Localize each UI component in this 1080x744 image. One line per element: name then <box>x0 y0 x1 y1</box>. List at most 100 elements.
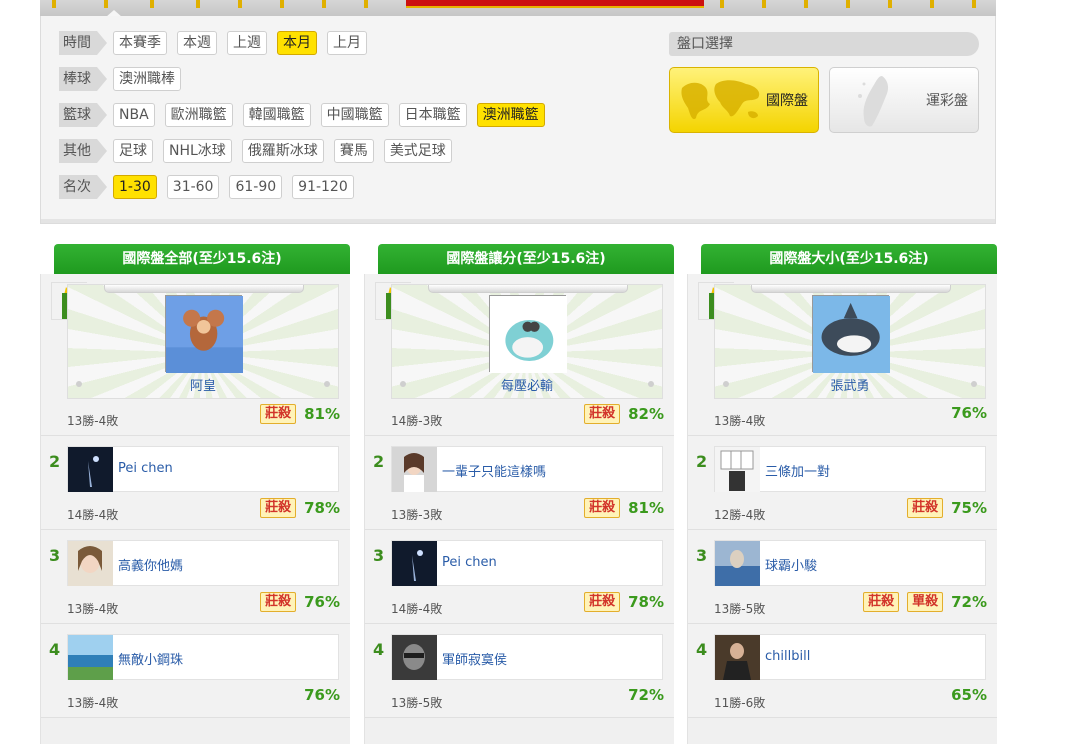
user-name-link[interactable]: 球霸小駿 <box>765 555 817 574</box>
decor-stud <box>150 0 154 8</box>
avatar[interactable] <box>392 541 437 586</box>
entry-card: chillbill <box>714 634 986 680</box>
user-name-link[interactable]: Pei chen <box>442 555 497 570</box>
ranked-entry[interactable]: 3 球霸小駿 13勝-5敗 莊殺 單殺 72% <box>688 530 997 624</box>
win-rate: 81% <box>628 499 664 517</box>
avatar[interactable] <box>715 635 760 680</box>
win-rate: 75% <box>951 499 987 517</box>
time-option[interactable]: 本週 <box>177 31 217 55</box>
time-option[interactable]: 上月 <box>327 31 367 55</box>
win-loss-record: 13勝-4敗 <box>714 414 766 428</box>
avatar[interactable] <box>392 635 437 680</box>
other-option[interactable]: 賽馬 <box>333 139 374 163</box>
filter-label-rank: 名次 <box>59 175 107 199</box>
user-name-link[interactable]: Pei chen <box>118 461 173 476</box>
win-rate: 72% <box>628 686 664 704</box>
avatar[interactable] <box>68 447 113 492</box>
ranked-entry[interactable]: 2 Pei chen 14勝-4敗 莊殺 78% <box>41 436 350 530</box>
entry-card: 一輩子只能這樣嗎 <box>391 446 663 492</box>
badge: 莊殺 <box>260 404 297 424</box>
filter-label-other: 其他 <box>59 139 107 163</box>
basketball-option-selected[interactable]: 澳洲職籃 <box>476 103 545 127</box>
ranked-entry[interactable]: 4 chillbill 11勝-6敗 65% <box>688 624 997 718</box>
top-ranked-entry[interactable]: 1 阿皇 13勝-4敗 莊殺81% <box>41 274 350 436</box>
filter-panel: 時間 本賽季 本週 上週 本月 上月 棒球 澳洲職棒 籃球 NBA 歐洲職籃 韓… <box>40 16 996 224</box>
card-header-bar <box>104 285 304 293</box>
taiwan-lottery-odds-button[interactable]: 運彩盤 <box>829 67 979 133</box>
win-loss-record: 13勝-4敗 <box>67 602 119 616</box>
rank-option[interactable]: 91-120 <box>292 175 354 199</box>
decor-stud <box>720 0 724 8</box>
filter-label-basketball: 籃球 <box>59 103 107 127</box>
column-title: 國際盤讓分(至少15.6注) <box>378 244 674 274</box>
filter-label-baseball: 棒球 <box>59 67 107 91</box>
basketball-option[interactable]: 日本職籃 <box>398 103 467 127</box>
ranking-list: 1 張武勇 13勝-4敗 76% 2 三條加一對 12勝-4敗 莊 <box>687 274 997 744</box>
top-ranked-card: 張武勇 <box>714 284 986 399</box>
avatar[interactable] <box>392 447 437 492</box>
basketball-option[interactable]: NBA <box>113 103 155 127</box>
win-loss-record: 13勝-4敗 <box>67 414 119 428</box>
international-odds-label: 國際盤 <box>766 93 808 109</box>
user-name-link[interactable]: 阿皇 <box>68 375 338 394</box>
user-name-link[interactable]: 無敵小鋼珠 <box>118 649 183 668</box>
decor-stud <box>238 0 242 8</box>
avatar[interactable] <box>68 635 113 680</box>
header-ribbon <box>406 0 704 8</box>
avatar[interactable] <box>165 295 243 373</box>
ranking-column: 國際盤大小(至少15.6注) 1 張武勇 13勝-4敗 76% 2 <box>687 244 997 744</box>
filter-row-other: 其他 足球 NHL冰球 俄羅斯冰球 賽馬 美式足球 <box>59 138 462 164</box>
other-option[interactable]: 足球 <box>113 139 153 163</box>
user-name-link[interactable]: 每壓必輸 <box>392 375 662 394</box>
user-name-link[interactable]: chillbill <box>765 649 810 664</box>
other-option[interactable]: 俄羅斯冰球 <box>241 139 324 163</box>
other-option[interactable]: NHL冰球 <box>163 139 232 163</box>
rank-number: 3 <box>49 546 61 565</box>
win-loss-record: 13勝-5敗 <box>714 602 766 616</box>
odds-selection-title: 盤口選擇 <box>669 32 979 56</box>
decor-stud <box>104 0 108 8</box>
avatar[interactable] <box>715 447 760 492</box>
ranked-entry[interactable]: 3 Pei chen 14勝-4敗 莊殺 78% <box>365 530 674 624</box>
ranked-entry[interactable]: 4 軍師寂寞侯 13勝-5敗 72% <box>365 624 674 718</box>
stats: 莊殺 78% <box>260 498 340 518</box>
ranked-entry[interactable]: 3 高義你他媽 13勝-4敗 莊殺 76% <box>41 530 350 624</box>
entry-card: 球霸小駿 <box>714 540 986 586</box>
avatar[interactable] <box>715 541 760 586</box>
badge: 莊殺 <box>863 592 900 612</box>
basketball-option[interactable]: 韓國職籃 <box>242 103 311 127</box>
rank-number: 3 <box>373 546 385 565</box>
avatar[interactable] <box>489 295 567 373</box>
top-decoration <box>40 0 996 17</box>
user-name-link[interactable]: 一輩子只能這樣嗎 <box>442 461 546 480</box>
time-option-selected[interactable]: 本月 <box>277 31 317 55</box>
win-rate: 76% <box>951 404 987 422</box>
badge: 莊殺 <box>584 592 621 612</box>
ranked-entry[interactable]: 2 三條加一對 12勝-4敗 莊殺 75% <box>688 436 997 530</box>
entry-card: 高義你他媽 <box>67 540 339 586</box>
basketball-option[interactable]: 中國職籃 <box>320 103 389 127</box>
win-loss-record: 12勝-4敗 <box>714 508 766 522</box>
ranked-entry[interactable]: 4 無敵小鋼珠 13勝-4敗 76% <box>41 624 350 718</box>
time-option[interactable]: 上週 <box>227 31 267 55</box>
decor-stud <box>762 0 766 8</box>
user-name-link[interactable]: 高義你他媽 <box>118 555 183 574</box>
avatar[interactable] <box>68 541 113 586</box>
user-name-link[interactable]: 三條加一對 <box>765 461 830 480</box>
other-option[interactable]: 美式足球 <box>383 139 452 163</box>
time-option[interactable]: 本賽季 <box>113 31 167 55</box>
top-ranked-entry[interactable]: 1 張武勇 13勝-4敗 76% <box>688 274 997 436</box>
basketball-option[interactable]: 歐洲職籃 <box>164 103 233 127</box>
rank-option[interactable]: 31-60 <box>166 175 220 199</box>
international-odds-button[interactable]: 國際盤 <box>669 67 819 133</box>
user-name-link[interactable]: 張武勇 <box>715 375 985 394</box>
badge: 莊殺 <box>260 498 297 518</box>
win-rate: 81% <box>304 405 340 423</box>
rank-option-selected[interactable]: 1-30 <box>113 175 157 199</box>
avatar[interactable] <box>812 295 890 373</box>
ranked-entry[interactable]: 2 一輩子只能這樣嗎 13勝-3敗 莊殺 81% <box>365 436 674 530</box>
rank-option[interactable]: 61-90 <box>229 175 283 199</box>
top-ranked-entry[interactable]: 1 每壓必輸 14勝-3敗 莊殺82% <box>365 274 674 436</box>
user-name-link[interactable]: 軍師寂寞侯 <box>442 649 507 668</box>
baseball-option[interactable]: 澳洲職棒 <box>113 67 181 91</box>
